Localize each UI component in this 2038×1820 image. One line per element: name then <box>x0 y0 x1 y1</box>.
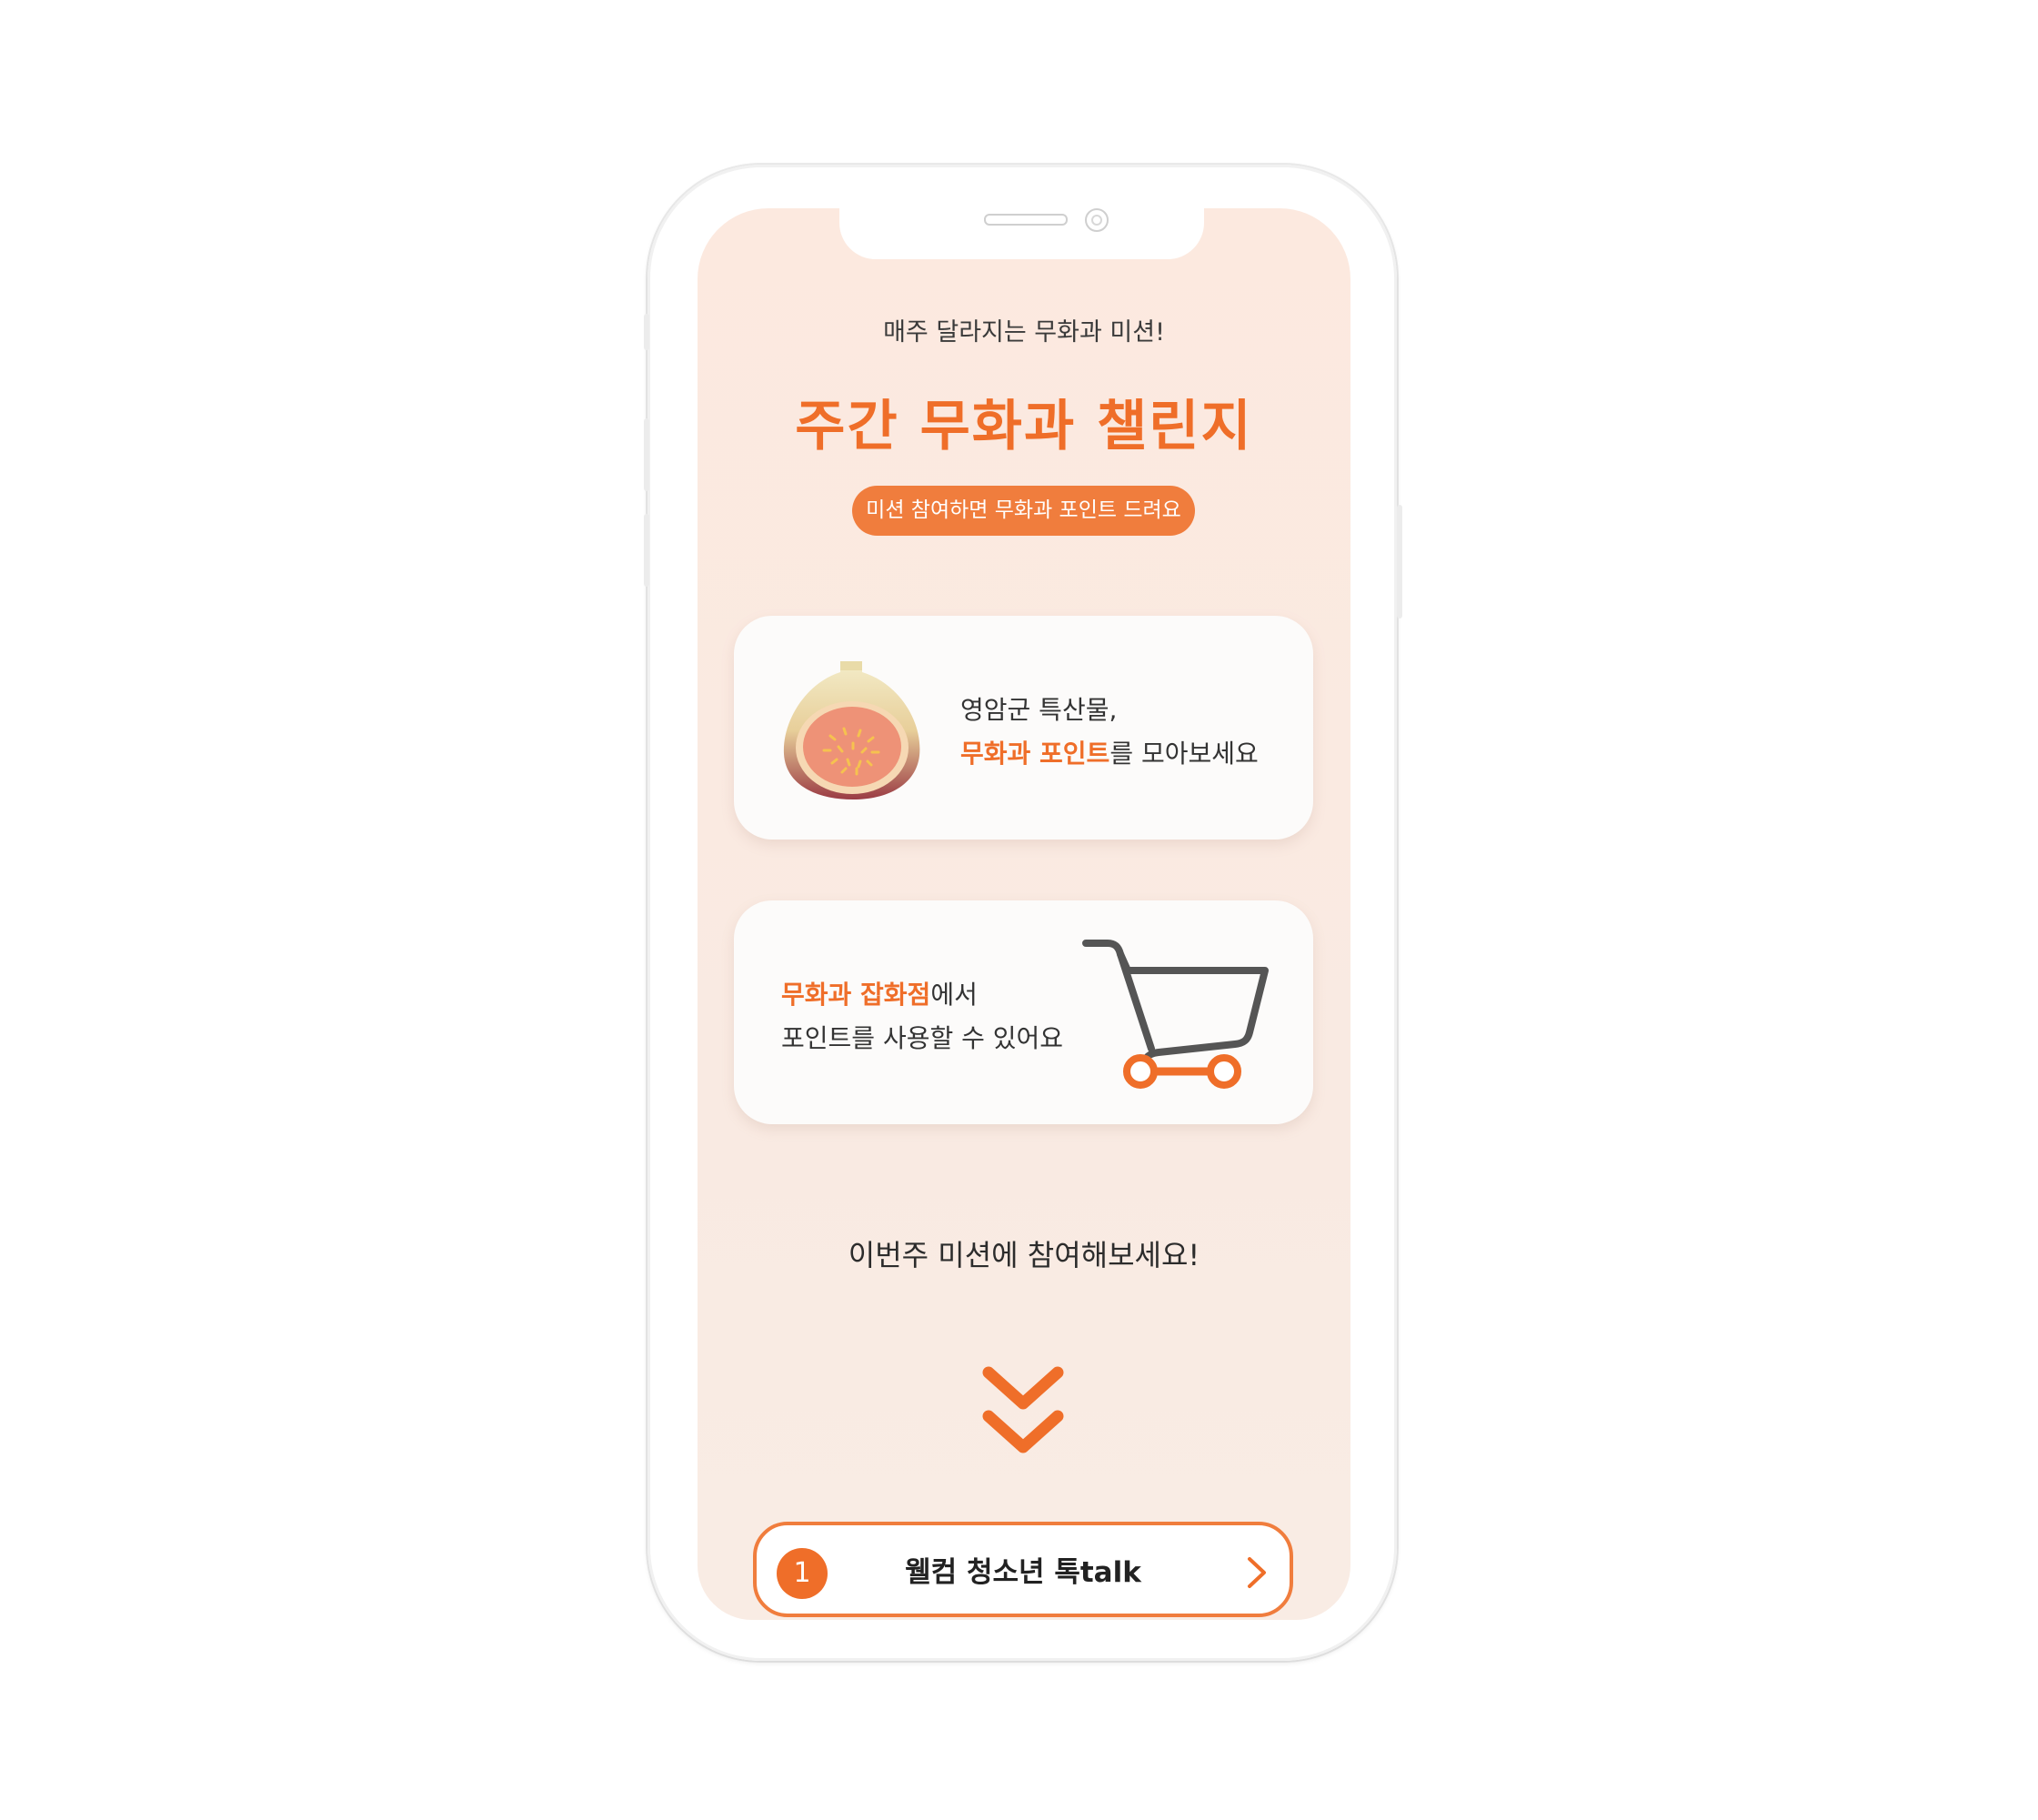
card-shop-line2: 포인트를 사용할 수 있어요 <box>781 1023 1064 1053</box>
card-shop-line1: 무화과 잡화점에서 <box>781 973 1063 1017</box>
card-shop-line1-rest: 에서 <box>930 980 978 1010</box>
cart-icon <box>1082 940 1269 1089</box>
points-badge: 미션 참여하면 무화과 포인트 드려요 <box>852 486 1195 536</box>
mission-label: 웰컴 청소년 톡talk <box>905 1556 1141 1589</box>
highlight-text: 무화과 잡화점 <box>781 980 931 1010</box>
card-points-text: 영암군 특산물, 무화과 포인트를 모아보세요 <box>960 689 1259 776</box>
highlight-text: 무화과 포인트 <box>960 739 1110 769</box>
card-shop-text: 무화과 잡화점에서 포인트를 사용할 수 있어요 <box>781 973 1063 1061</box>
page-title: 주간 무화과 챌린지 <box>795 395 1253 458</box>
side-button <box>1397 505 1402 618</box>
invite-text: 이번주 미션에 참여해보세요! <box>848 1238 1200 1272</box>
side-button <box>644 314 649 350</box>
front-camera <box>1085 208 1109 232</box>
speaker-grill <box>984 214 1068 226</box>
card-points-line2: 무화과 포인트를 모아보세요 <box>960 732 1259 776</box>
page-subtitle: 매주 달라지는 무화과 미션! <box>883 318 1165 347</box>
mission-button-1[interactable]: 1 웰컴 청소년 톡talk <box>753 1522 1293 1617</box>
card-points-line2-rest: 를 모아보세요 <box>1109 739 1259 769</box>
card-points-line1: 영암군 특산물, <box>960 695 1118 725</box>
side-button <box>644 418 649 491</box>
fig-icon <box>783 661 920 799</box>
chevron-right-icon <box>1248 1557 1266 1588</box>
double-chevron-down-icon[interactable] <box>978 1362 1069 1462</box>
side-button <box>644 514 649 587</box>
